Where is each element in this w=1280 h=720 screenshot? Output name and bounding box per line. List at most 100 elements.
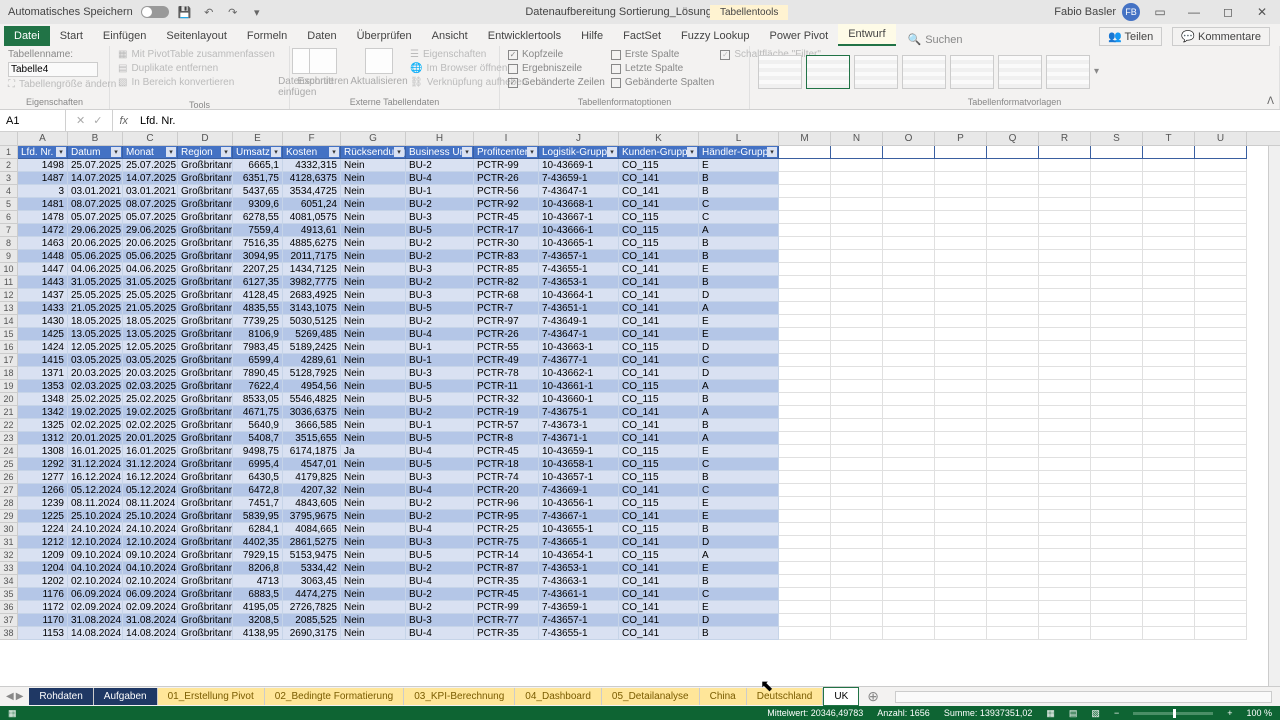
cell[interactable]: 29.06.2025 [123, 224, 178, 237]
cell[interactable] [831, 367, 883, 380]
cell[interactable]: Nein [341, 328, 406, 341]
cell[interactable]: Nein [341, 393, 406, 406]
cell[interactable]: 2690,3175 [283, 627, 341, 640]
cell[interactable] [1039, 484, 1091, 497]
cell[interactable]: 2085,525 [283, 614, 341, 627]
cell[interactable]: 25.10.2024 [68, 510, 123, 523]
cell[interactable]: BU-2 [406, 315, 474, 328]
cell[interactable]: PCTR-78 [474, 367, 539, 380]
cell[interactable]: 1176 [18, 588, 68, 601]
cell[interactable] [831, 419, 883, 432]
row-header[interactable]: 1 [0, 146, 18, 159]
cell[interactable] [1039, 445, 1091, 458]
cell[interactable] [1091, 549, 1143, 562]
cell[interactable]: Nein [341, 263, 406, 276]
cell[interactable] [987, 146, 1039, 159]
cell[interactable]: Nein [341, 510, 406, 523]
cell[interactable] [987, 549, 1039, 562]
cell[interactable]: Nein [341, 341, 406, 354]
cell[interactable]: BU-2 [406, 237, 474, 250]
cell[interactable]: 4207,32 [283, 484, 341, 497]
cell[interactable]: 1472 [18, 224, 68, 237]
cell[interactable]: CO_141 [619, 601, 699, 614]
cell[interactable]: 4671,75 [233, 406, 283, 419]
cell[interactable] [1143, 523, 1195, 536]
cell[interactable] [935, 445, 987, 458]
cell[interactable]: E [699, 159, 779, 172]
cell[interactable]: E [699, 445, 779, 458]
cell[interactable]: Nein [341, 302, 406, 315]
cell[interactable] [935, 458, 987, 471]
cell[interactable] [987, 172, 1039, 185]
cell[interactable]: PCTR-87 [474, 562, 539, 575]
cell[interactable]: 05.07.2025 [68, 211, 123, 224]
cell[interactable]: B [699, 471, 779, 484]
cell[interactable]: 6351,75 [233, 172, 283, 185]
cell[interactable]: E [699, 263, 779, 276]
cell[interactable] [883, 562, 935, 575]
cell[interactable] [987, 458, 1039, 471]
cell[interactable]: 1348 [18, 393, 68, 406]
cell[interactable] [883, 393, 935, 406]
cell[interactable] [883, 224, 935, 237]
cell[interactable] [779, 601, 831, 614]
cell[interactable]: CO_141 [619, 263, 699, 276]
cell[interactable]: Nein [341, 536, 406, 549]
sheet-nav-next-icon[interactable]: ▶ [16, 691, 24, 702]
filter-icon[interactable]: ▾ [527, 147, 537, 157]
cell[interactable] [935, 562, 987, 575]
cell[interactable] [1091, 588, 1143, 601]
cell[interactable]: Händler-Gruppe▾ [699, 146, 779, 159]
cell[interactable] [1143, 432, 1195, 445]
cell[interactable] [883, 536, 935, 549]
cell[interactable]: 5437,65 [233, 185, 283, 198]
cell[interactable]: BU-3 [406, 289, 474, 302]
cell[interactable]: CO_115 [619, 458, 699, 471]
cell[interactable]: CO_141 [619, 614, 699, 627]
cell[interactable] [987, 406, 1039, 419]
cell[interactable] [883, 198, 935, 211]
cell[interactable] [1143, 276, 1195, 289]
style-swatch[interactable] [806, 55, 850, 89]
search-box[interactable]: 🔍 Suchen [896, 33, 963, 46]
cell[interactable] [1143, 367, 1195, 380]
cell[interactable]: 4913,61 [283, 224, 341, 237]
cell[interactable] [1143, 354, 1195, 367]
sheet-tab[interactable]: 01_Erstellung Pivot [158, 688, 265, 705]
cell[interactable] [1195, 224, 1247, 237]
cell[interactable] [1143, 406, 1195, 419]
save-icon[interactable]: 💾 [177, 4, 193, 20]
zoom-out-icon[interactable]: − [1114, 708, 1119, 718]
cell[interactable]: 05.12.2024 [68, 484, 123, 497]
cell[interactable]: 8533,05 [233, 393, 283, 406]
cell[interactable]: BU-2 [406, 406, 474, 419]
cell[interactable]: 2861,5275 [283, 536, 341, 549]
row-header[interactable]: 13 [0, 302, 18, 315]
cell[interactable]: 5269,485 [283, 328, 341, 341]
comments-button[interactable]: 💬 Kommentare [1172, 27, 1270, 46]
cell[interactable] [883, 172, 935, 185]
cell[interactable]: Nein [341, 276, 406, 289]
name-box[interactable]: A1 [0, 110, 66, 131]
cell[interactable]: 31.05.2025 [123, 276, 178, 289]
cell[interactable]: Großbritanni [178, 445, 233, 458]
cell[interactable] [1091, 380, 1143, 393]
cell[interactable] [1143, 536, 1195, 549]
cell[interactable] [779, 250, 831, 263]
cell[interactable]: 4138,95 [233, 627, 283, 640]
cell[interactable]: CO_141 [619, 354, 699, 367]
cell[interactable]: 20.03.2025 [123, 367, 178, 380]
cell[interactable] [883, 328, 935, 341]
opt-banded-cols[interactable]: Gebänderte Spalten [611, 76, 715, 89]
cell[interactable]: B [699, 172, 779, 185]
cell[interactable] [883, 315, 935, 328]
row-header[interactable]: 30 [0, 523, 18, 536]
column-header[interactable]: E [233, 132, 283, 145]
cell[interactable]: Lfd. Nr.▾ [18, 146, 68, 159]
sheet-tab[interactable]: Rohdaten [29, 688, 93, 705]
cell[interactable]: Großbritanni [178, 523, 233, 536]
cell[interactable]: PCTR-82 [474, 276, 539, 289]
cell[interactable] [987, 536, 1039, 549]
cell[interactable]: 3534,4725 [283, 185, 341, 198]
cell[interactable]: PCTR-26 [474, 172, 539, 185]
